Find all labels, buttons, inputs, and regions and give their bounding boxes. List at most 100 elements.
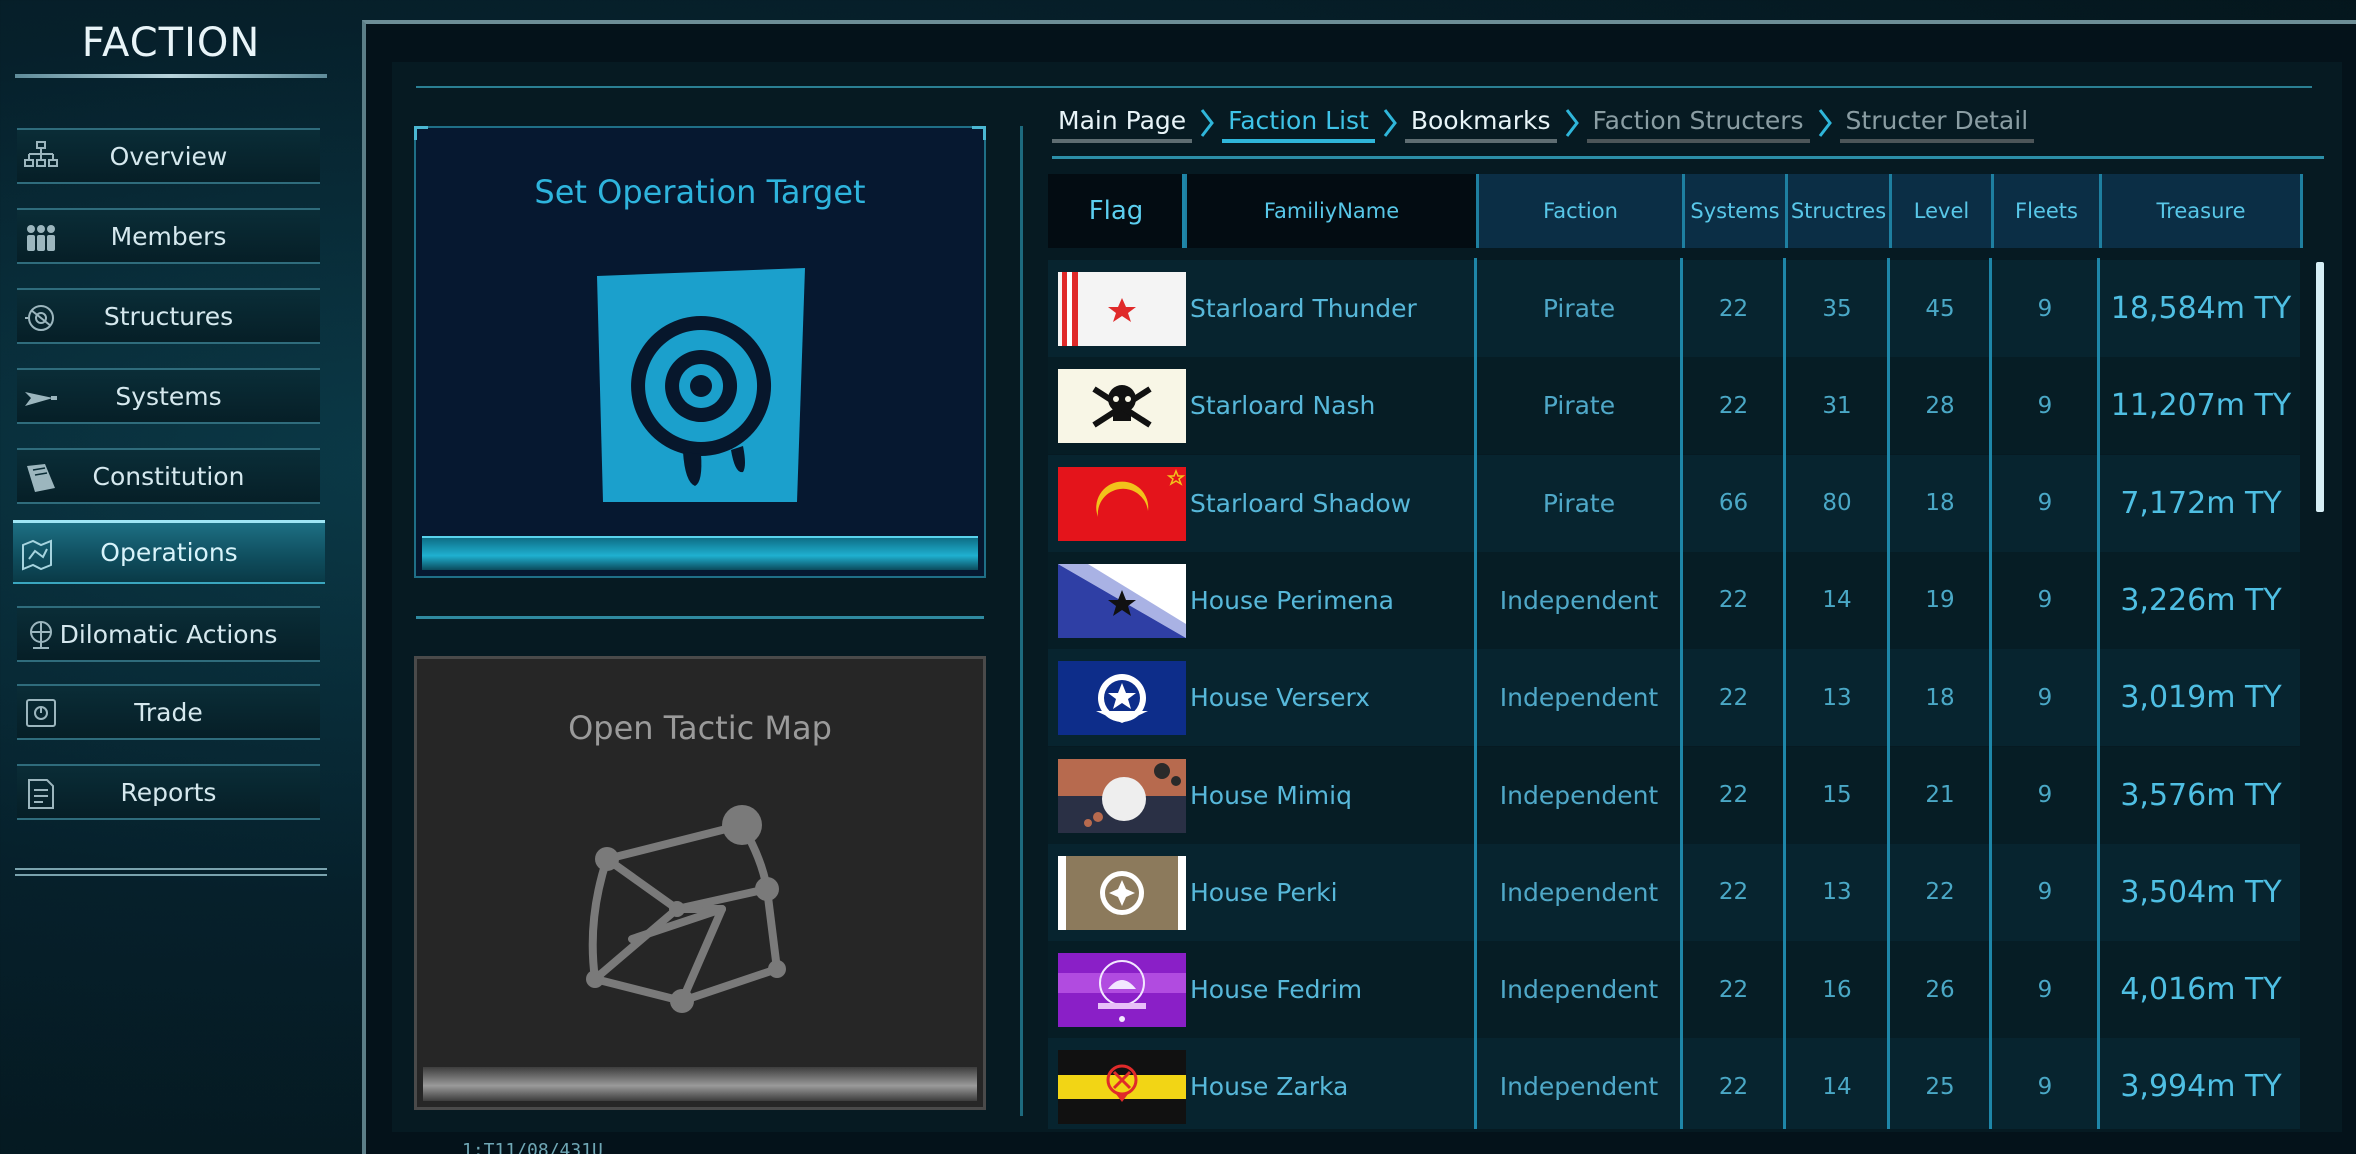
- house-zarka-flag: [1058, 1050, 1186, 1125]
- faction-cell: Independent: [1499, 877, 1659, 907]
- fleets-cell: 9: [2037, 976, 2053, 1003]
- systems-cell: 22: [1718, 587, 1749, 614]
- structures-cell: 13: [1822, 879, 1852, 906]
- sidebar-item-label: Reports: [120, 777, 217, 807]
- structures-cell: 13: [1822, 684, 1852, 711]
- sidebar-item-label: Overview: [109, 141, 228, 171]
- sidebar-item-label: Systems: [115, 381, 222, 411]
- hierarchy-icon: [24, 141, 58, 167]
- map-icon: [22, 539, 52, 571]
- structures-cell: 15: [1822, 782, 1852, 808]
- structures-cell: 16: [1822, 976, 1852, 1003]
- sidebar-title: FACTION: [81, 20, 261, 66]
- column-header-level[interactable]: Level: [1889, 174, 1991, 248]
- family-name-cell: House Perimena: [1190, 585, 1394, 615]
- systems-cell: 66: [1718, 490, 1749, 517]
- column-header-familyname[interactable]: FamiliyName: [1184, 174, 1476, 248]
- column-header-fleets[interactable]: Fleets: [1991, 174, 2099, 248]
- level-cell: 21: [1925, 782, 1955, 808]
- column-header-treasure[interactable]: Treasure: [2099, 174, 2303, 248]
- treasure-cell: 3,994m TY: [2120, 1069, 2282, 1105]
- column-header-flag[interactable]: Flag: [1048, 174, 1184, 248]
- sidebar-item-label: Structures: [103, 301, 234, 331]
- faction-cell: Independent: [1499, 585, 1659, 615]
- treasure-cell: 3,019m TY: [2120, 680, 2282, 716]
- systems-cell: 22: [1718, 1073, 1749, 1100]
- set-operation-target-button[interactable]: Set Operation Target: [414, 126, 986, 578]
- vertical-divider: [1020, 126, 1023, 1116]
- sidebar-bottom-divider: [15, 868, 327, 876]
- breadcrumb-bookmarks[interactable]: Bookmarks: [1404, 104, 1557, 143]
- systems-cell: 22: [1718, 295, 1749, 322]
- tactic-map-icon: [586, 805, 786, 1013]
- treasure-cell: 3,576m TY: [2120, 777, 2282, 813]
- column-divider: [1989, 258, 1992, 1129]
- safe-icon: [26, 699, 56, 727]
- table-scrollbar[interactable]: [2316, 262, 2324, 512]
- table-body: Starloard Thunder Pirate 22 35 45 9 18,584m TY…: [1048, 260, 2300, 1129]
- family-name-cell: Starloard Thunder: [1190, 294, 1417, 323]
- faction-cell: Independent: [1499, 683, 1659, 713]
- family-name-cell: House Verserx: [1190, 683, 1370, 713]
- breadcrumb-faction-structers[interactable]: Faction Structers: [1586, 104, 1810, 143]
- faction-cell: Pirate: [1542, 488, 1616, 518]
- column-header-systems[interactable]: Systems: [1682, 174, 1785, 248]
- book-icon: [27, 464, 55, 492]
- family-name-cell: Starloard Nash: [1190, 391, 1376, 421]
- fleets-cell: 9: [2037, 1073, 2053, 1100]
- table-row[interactable]: House Zarka Independent 22 14 25 9 3,994m TY: [1048, 1038, 2300, 1129]
- sidebar-item-trade[interactable]: Trade: [17, 684, 320, 740]
- systems-cell: 22: [1718, 392, 1749, 419]
- level-cell: 28: [1925, 392, 1955, 419]
- column-divider: [1182, 174, 1185, 248]
- sidebar-item-label: Constitution: [92, 461, 245, 491]
- globe-icon: [30, 621, 52, 649]
- table-row[interactable]: House Fedrim Independent 22 16 26 9 4,016m TY: [1048, 941, 2300, 1039]
- sidebar-item-members[interactable]: Members: [17, 208, 320, 264]
- level-cell: 18: [1925, 490, 1955, 517]
- chevron-right-icon: [1200, 109, 1215, 137]
- column-divider: [1887, 258, 1890, 1129]
- structures-cell: 14: [1822, 587, 1852, 614]
- open-tactic-map-button[interactable]: Open Tactic Map: [414, 656, 986, 1110]
- sidebar-item-systems[interactable]: Systems: [17, 368, 320, 424]
- breadcrumb-main-page[interactable]: Main Page: [1052, 104, 1193, 143]
- level-cell: 18: [1925, 684, 1955, 711]
- table-row[interactable]: Starloard Nash Pirate 22 31 28 9 11,207m TY: [1048, 357, 2300, 455]
- sidebar-item-diplomatic-actions[interactable]: Dilomatic Actions: [17, 606, 320, 662]
- treasure-cell: 4,016m TY: [2120, 972, 2282, 1008]
- breadcrumb-faction-list[interactable]: Faction List: [1222, 104, 1375, 143]
- breadcrumb: Main Page Faction List Bookmarks Faction…: [1052, 100, 2035, 146]
- family-name-cell: House Mimiq: [1190, 780, 1352, 810]
- house-verserx-flag: [1058, 661, 1186, 736]
- sidebar-item-reports[interactable]: Reports: [17, 764, 320, 820]
- table-row[interactable]: House Perimena Independent 22 14 19 9 3,226m T…: [1048, 551, 2300, 649]
- card-corner: [972, 126, 986, 140]
- faction-cell: Pirate: [1542, 391, 1616, 421]
- table-header: Flag FamiliyName Faction Systems Structr…: [1048, 174, 2303, 248]
- sidebar-item-overview[interactable]: Overview: [17, 128, 320, 184]
- sidebar-item-operations[interactable]: Operations: [13, 520, 325, 584]
- level-cell: 25: [1925, 1073, 1955, 1100]
- fleets-cell: 9: [2037, 879, 2053, 906]
- fleets-cell: 9: [2037, 782, 2053, 808]
- sidebar-title-divider: [15, 74, 327, 78]
- chevron-right-icon: [1383, 109, 1397, 137]
- structures-cell: 35: [1822, 295, 1852, 322]
- house-perki-flag: [1058, 855, 1186, 930]
- house-mimiq-flag: [1058, 758, 1186, 833]
- sidebar-item-constitution[interactable]: Constitution: [17, 448, 320, 504]
- table-row[interactable]: House Verserx Independent 22 13 18 9 3,019m TY: [1048, 649, 2300, 747]
- table-row[interactable]: Starloard Thunder Pirate 22 35 45 9 18,584m TY: [1048, 260, 2300, 357]
- level-cell: 22: [1925, 879, 1955, 906]
- table-row[interactable]: House Perki Independent 22 13 22 9 3,504m TY: [1048, 843, 2300, 941]
- table-row[interactable]: House Mimiq Independent 22 15 21 9 3,576m TY: [1048, 746, 2300, 844]
- breadcrumb-structer-detail[interactable]: Structer Detail: [1839, 104, 2035, 143]
- table-row[interactable]: Starloard Shadow Pirate 66 80 18 9 7,172m TY: [1048, 454, 2300, 552]
- sidebar-item-structures[interactable]: Structures: [17, 288, 320, 344]
- column-header-structures[interactable]: Structres: [1785, 174, 1889, 248]
- document-icon: [28, 779, 54, 809]
- target-icon: [597, 268, 805, 502]
- column-header-faction[interactable]: Faction: [1476, 174, 1682, 248]
- open-tactic-map-title: Open Tactic Map: [568, 709, 832, 747]
